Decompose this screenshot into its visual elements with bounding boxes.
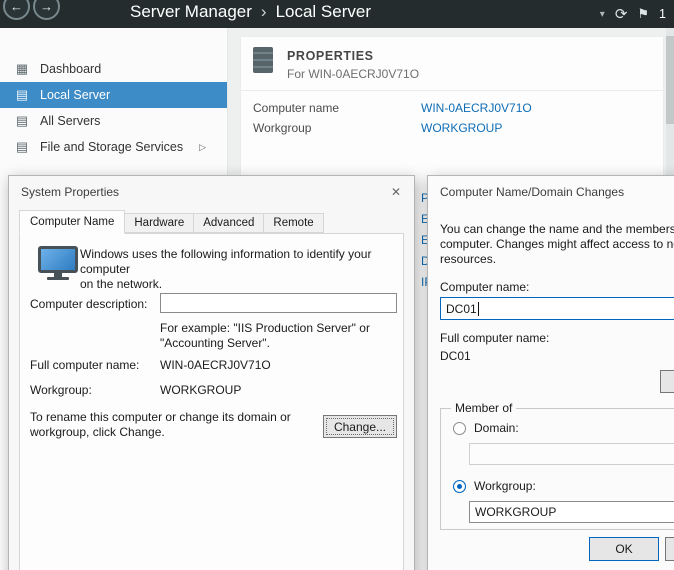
full-computer-name-label: Full computer name: xyxy=(30,358,139,372)
forward-arrow-icon: → xyxy=(40,0,53,14)
cancel-button[interactable]: Cancel xyxy=(665,537,674,561)
domain-changes-dialog: Computer Name/Domain Changes You can cha… xyxy=(427,175,674,570)
workgroup-radio-row: Workgroup: xyxy=(453,479,536,493)
tab-remote[interactable]: Remote xyxy=(264,213,323,233)
server-manager-window: ← → Server Manager › Local Server ▾ ⟳ ⚑ … xyxy=(0,0,674,570)
server-tile-icon xyxy=(253,47,273,73)
ok-button[interactable]: OK xyxy=(589,537,659,561)
sidebar-item-label: All Servers xyxy=(40,114,100,128)
workgroup-value: WORKGROUP xyxy=(160,383,241,397)
breadcrumb-separator-icon: › xyxy=(261,2,267,22)
refresh-icon[interactable]: ⟳ xyxy=(615,5,628,23)
notification-count: 1 xyxy=(659,7,666,21)
system-properties-dialog: System Properties ✕ Computer Name Hardwa… xyxy=(8,175,415,570)
sidebar-item-label: Local Server xyxy=(40,88,110,102)
chevron-right-icon[interactable]: ▷ xyxy=(199,142,206,153)
more-button[interactable]: More... xyxy=(660,370,674,393)
properties-subtitle: For WIN-0AECRJ0V71O xyxy=(287,67,419,81)
sidebar-item-local-server[interactable]: ▤ Local Server xyxy=(0,82,227,108)
breadcrumb: Server Manager › Local Server xyxy=(130,2,371,22)
full-computer-name-label: Full computer name: xyxy=(440,331,549,345)
back-arrow-icon: ← xyxy=(10,0,23,14)
intro-text: Windows uses the following information t… xyxy=(80,247,392,292)
properties-header: PROPERTIES For WIN-0AECRJ0V71O xyxy=(241,37,663,91)
property-row: Workgroup WORKGROUP xyxy=(241,121,663,139)
tab-computer-name[interactable]: Computer Name xyxy=(19,210,125,234)
change-button[interactable]: Change... xyxy=(323,415,397,438)
dialog-title: Computer Name/Domain Changes xyxy=(440,185,624,199)
workgroup-link[interactable]: WORKGROUP xyxy=(421,121,502,135)
dashboard-icon: ▦ xyxy=(14,61,30,77)
workgroup-value: WORKGROUP xyxy=(475,505,556,519)
property-label: Workgroup xyxy=(253,121,311,135)
tab-advanced[interactable]: Advanced xyxy=(194,213,264,233)
server-icon: ▤ xyxy=(14,139,30,155)
dialog-title: System Properties xyxy=(21,185,119,199)
computer-monitor-icon xyxy=(38,246,78,280)
sidebar-item-label: File and Storage Services xyxy=(40,140,183,154)
domain-radio[interactable] xyxy=(453,422,466,435)
titlebar: ← → Server Manager › Local Server ▾ ⟳ ⚑ … xyxy=(0,0,674,28)
workgroup-radio-label: Workgroup: xyxy=(474,479,536,493)
property-row: Computer name WIN-0AECRJ0V71O xyxy=(241,101,663,119)
domain-radio-label: Domain: xyxy=(474,421,519,435)
member-of-label: Member of xyxy=(451,401,516,415)
computer-name-tab-panel: Windows uses the following information t… xyxy=(19,233,404,570)
property-label: Computer name xyxy=(253,101,339,115)
sidebar-item-dashboard[interactable]: ▦ Dashboard xyxy=(0,56,227,82)
computer-description-label: Computer description: xyxy=(30,297,147,311)
workgroup-input[interactable]: WORKGROUP xyxy=(469,501,674,523)
computer-name-value: DC01 xyxy=(446,302,477,316)
server-icon: ▤ xyxy=(14,87,30,103)
workgroup-radio[interactable] xyxy=(453,480,466,493)
tab-hardware[interactable]: Hardware xyxy=(125,213,194,233)
close-icon[interactable]: ✕ xyxy=(387,183,405,201)
intro-text: You can change the name and the membersh… xyxy=(440,222,674,267)
computer-name-link[interactable]: WIN-0AECRJ0V71O xyxy=(421,101,532,115)
server-icon: ▤ xyxy=(14,113,30,129)
sidebar-item-file-storage-services[interactable]: ▤ File and Storage Services ▷ xyxy=(0,134,227,160)
page-title: Local Server xyxy=(276,2,371,22)
description-example-text: For example: "IIS Production Server" or … xyxy=(160,321,370,351)
full-computer-name-value: DC01 xyxy=(440,349,471,363)
app-title: Server Manager xyxy=(130,2,252,22)
sidebar-item-all-servers[interactable]: ▤ All Servers xyxy=(0,108,227,134)
full-computer-name-value: WIN-0AECRJ0V71O xyxy=(160,358,271,372)
chevron-down-icon[interactable]: ▾ xyxy=(600,9,605,20)
computer-name-label: Computer name: xyxy=(440,280,529,294)
member-of-groupbox: Member of Domain: Workgroup: WORKGROUP xyxy=(440,408,674,530)
tab-bar: Computer Name Hardware Advanced Remote xyxy=(19,210,324,233)
computer-description-input[interactable] xyxy=(160,293,397,313)
titlebar-actions: ▾ ⟳ ⚑ 1 xyxy=(600,0,666,28)
properties-title: PROPERTIES xyxy=(287,49,374,63)
sidebar-item-label: Dashboard xyxy=(40,62,101,76)
rename-instruction-text: To rename this computer or change its do… xyxy=(30,410,320,440)
forward-button[interactable]: → xyxy=(33,0,60,20)
back-button[interactable]: ← xyxy=(3,0,30,20)
domain-input[interactable] xyxy=(469,443,674,465)
notifications-flag-icon[interactable]: ⚑ xyxy=(637,6,649,22)
domain-radio-row: Domain: xyxy=(453,421,519,435)
text-cursor xyxy=(478,302,479,316)
computer-name-input[interactable]: DC01 xyxy=(440,297,674,320)
workgroup-label: Workgroup: xyxy=(30,383,92,397)
scrollbar-thumb[interactable] xyxy=(666,36,674,124)
